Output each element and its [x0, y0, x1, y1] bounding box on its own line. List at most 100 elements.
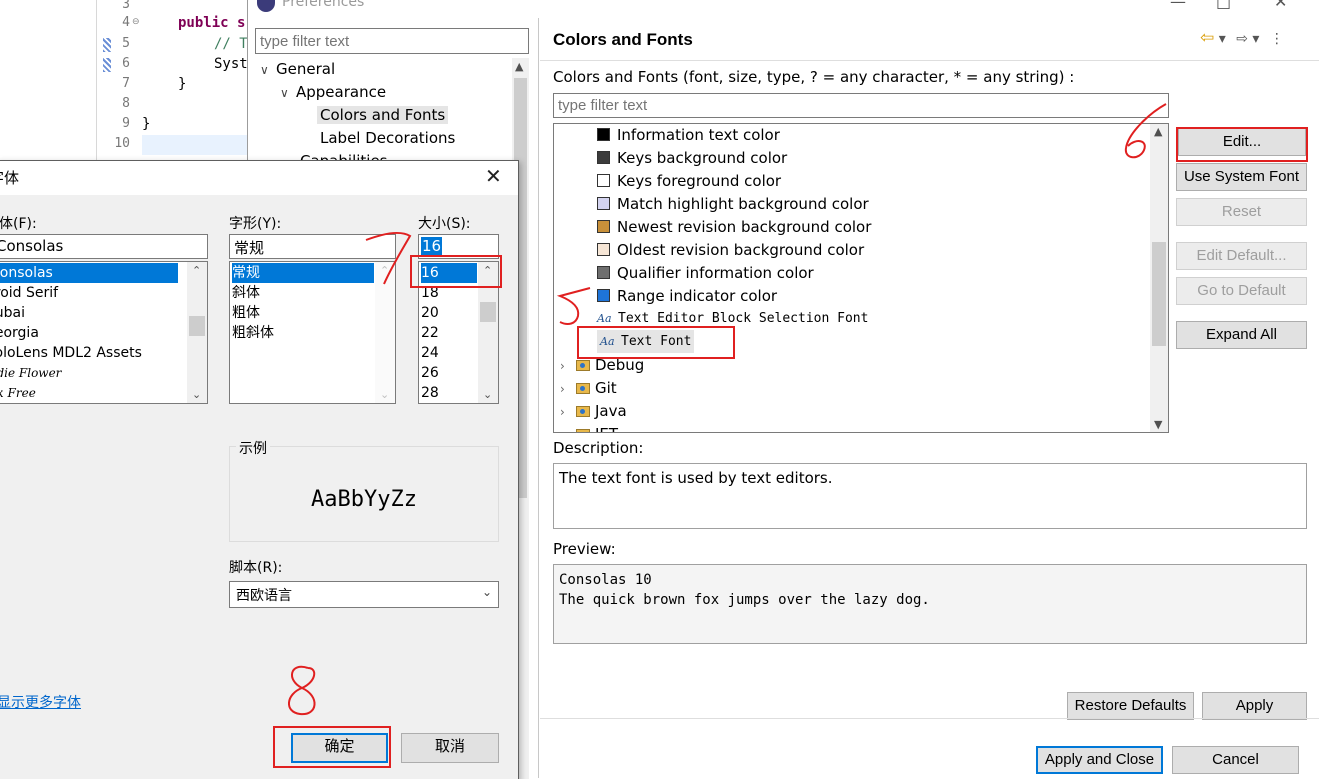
tree-item-label: Colors and Fonts — [317, 106, 449, 124]
font-list-scrollbar[interactable]: ⌃ ⌄ — [187, 262, 207, 403]
scroll-up-icon[interactable]: ⌃ — [192, 264, 201, 277]
item-label: Newest revision background color — [617, 218, 872, 236]
list-item[interactable]: Qualifier information color — [597, 262, 814, 285]
list-item[interactable]: 斜体 — [232, 283, 260, 303]
scroll-down-icon[interactable]: ⌄ — [380, 388, 389, 401]
category-item[interactable]: › JET — [560, 423, 618, 432]
use-system-font-button[interactable]: Use System Font — [1176, 163, 1307, 191]
scroll-thumb[interactable] — [1152, 242, 1166, 346]
tree-filter-input[interactable] — [255, 28, 529, 54]
colors-fonts-filter-input[interactable] — [553, 93, 1169, 118]
list-item[interactable]: Information text color — [597, 124, 780, 147]
forward-dropdown-icon[interactable]: ▾ — [1252, 31, 1259, 47]
font-name-input[interactable]: Consolas — [0, 234, 208, 259]
scroll-thumb[interactable] — [480, 302, 496, 322]
scroll-down-icon[interactable]: ⌄ — [192, 388, 201, 401]
list-item[interactable]: 24 — [421, 343, 439, 363]
restore-defaults-button[interactable]: Restore Defaults — [1067, 692, 1194, 720]
title-separator — [540, 60, 1319, 61]
font-dialog-titlebar[interactable]: 字体 ✕ — [0, 161, 518, 195]
list-item[interactable]: Droid Serif — [0, 283, 58, 303]
list-item[interactable]: Ink Free — [0, 383, 36, 403]
list-item[interactable]: 26 — [421, 363, 439, 383]
scroll-up-icon[interactable]: ▲ — [515, 60, 523, 73]
list-item[interactable]: Range indicator color — [597, 285, 777, 308]
code-line: } — [178, 76, 187, 92]
list-item[interactable]: Georgia — [0, 323, 39, 343]
eclipse-logo-icon — [257, 0, 275, 12]
annotation-box-edit — [1176, 127, 1308, 162]
code-editor[interactable]: 3 4 ⊖ 5 6 7 8 9 10 public s // T Syst } … — [0, 0, 250, 160]
list-item[interactable]: Oldest revision background color — [597, 239, 864, 262]
back-arrow-icon[interactable]: ⇦ — [1200, 28, 1214, 48]
expand-all-button[interactable]: Expand All — [1176, 321, 1307, 349]
preview-label: Preview: — [553, 540, 616, 558]
scroll-thumb[interactable] — [189, 316, 205, 336]
colors-fonts-scrollbar[interactable]: ▲ ▼ — [1150, 124, 1168, 432]
line-number: 4 — [122, 15, 130, 30]
list-item[interactable]: HoloLens MDL2 Assets — [0, 343, 142, 363]
font-dialog: 字体 ✕ 字体(F): 字形(Y): 大小(S): Consolas 常规 16… — [0, 160, 519, 779]
cancel-button[interactable]: Cancel — [1172, 746, 1299, 774]
list-item[interactable]: 22 — [421, 323, 439, 343]
edit-default-button[interactable]: Edit Default... — [1176, 242, 1307, 270]
color-swatch — [597, 151, 610, 164]
list-item[interactable]: Keys foreground color — [597, 170, 781, 193]
forward-arrow-icon[interactable]: ⇨ — [1236, 31, 1248, 47]
close-icon[interactable]: ✕ — [485, 164, 502, 188]
expand-arrow-icon[interactable]: ∨ — [280, 82, 296, 104]
category-icon — [576, 360, 590, 371]
line-number: 7 — [122, 76, 130, 91]
tree-item-label-decorations[interactable]: Label Decorations — [320, 127, 455, 149]
list-item[interactable]: Consolas — [0, 263, 178, 283]
apply-button[interactable]: Apply — [1202, 692, 1307, 720]
category-item[interactable]: › Git — [560, 377, 617, 400]
item-label: Match highlight background color — [617, 195, 869, 213]
tree-item-general[interactable]: ∨ General — [260, 58, 335, 80]
script-select[interactable]: 西欧语言 ⌄ — [229, 581, 499, 608]
color-swatch — [597, 243, 610, 256]
fold-icon[interactable]: ⊖ — [132, 17, 140, 27]
list-item[interactable]: Indie Flower — [0, 363, 61, 383]
expand-arrow-icon[interactable]: › — [560, 424, 576, 432]
back-dropdown-icon[interactable]: ▾ — [1219, 31, 1226, 47]
current-line-highlight — [142, 135, 250, 155]
style-label: 字形(Y): — [229, 216, 282, 232]
description-box: The text font is used by text editors. — [553, 463, 1307, 529]
list-item[interactable]: 粗体 — [232, 303, 260, 323]
list-item[interactable]: 20 — [421, 303, 439, 323]
font-dialog-cancel-button[interactable]: 取消 — [401, 733, 499, 763]
tree-item-colors-and-fonts[interactable]: Colors and Fonts — [317, 104, 449, 126]
list-item[interactable]: 28 — [421, 383, 439, 403]
minimize-icon[interactable]: — — [1170, 0, 1186, 11]
expand-arrow-icon[interactable]: › — [560, 355, 576, 378]
preferences-titlebar[interactable]: Preferences — □ ✕ — [248, 0, 1319, 14]
close-icon[interactable]: ✕ — [1274, 0, 1287, 11]
scroll-down-icon[interactable]: ⌄ — [483, 388, 492, 401]
apply-and-close-button[interactable]: Apply and Close — [1036, 746, 1163, 774]
list-item[interactable]: 粗斜体 — [232, 323, 274, 343]
colors-fonts-tree: Information text color Keys background c… — [553, 123, 1169, 433]
tree-item-label: Appearance — [296, 83, 387, 101]
list-item[interactable]: Match highlight background color — [597, 193, 869, 216]
maximize-icon[interactable]: □ — [1216, 0, 1231, 11]
list-item[interactable]: Newest revision background color — [597, 216, 871, 239]
list-item[interactable]: 常规 — [232, 263, 374, 283]
view-menu-icon[interactable]: ⋮ — [1270, 31, 1284, 47]
annotation-number-five — [556, 287, 591, 325]
list-item[interactable]: Dubai — [0, 303, 25, 323]
list-item[interactable]: Keys background color — [597, 147, 787, 170]
pane-splitter[interactable] — [538, 18, 539, 778]
scroll-down-icon[interactable]: ▼ — [1154, 418, 1162, 431]
item-label: Qualifier information color — [617, 264, 814, 282]
tree-item-appearance[interactable]: ∨ Appearance — [280, 81, 386, 103]
expand-arrow-icon[interactable]: ∨ — [260, 59, 276, 81]
expand-arrow-icon[interactable]: › — [560, 401, 576, 424]
show-more-fonts-link[interactable]: 显示更多字体 — [0, 692, 81, 712]
category-item[interactable]: › Java — [560, 400, 627, 423]
sample-text: AaBbYyZz — [311, 487, 417, 512]
expand-arrow-icon[interactable]: › — [560, 378, 576, 401]
font-name-list[interactable]: Consolas Droid Serif Dubai Georgia HoloL… — [0, 261, 208, 404]
reset-button[interactable]: Reset — [1176, 198, 1307, 226]
go-to-default-button[interactable]: Go to Default — [1176, 277, 1307, 305]
